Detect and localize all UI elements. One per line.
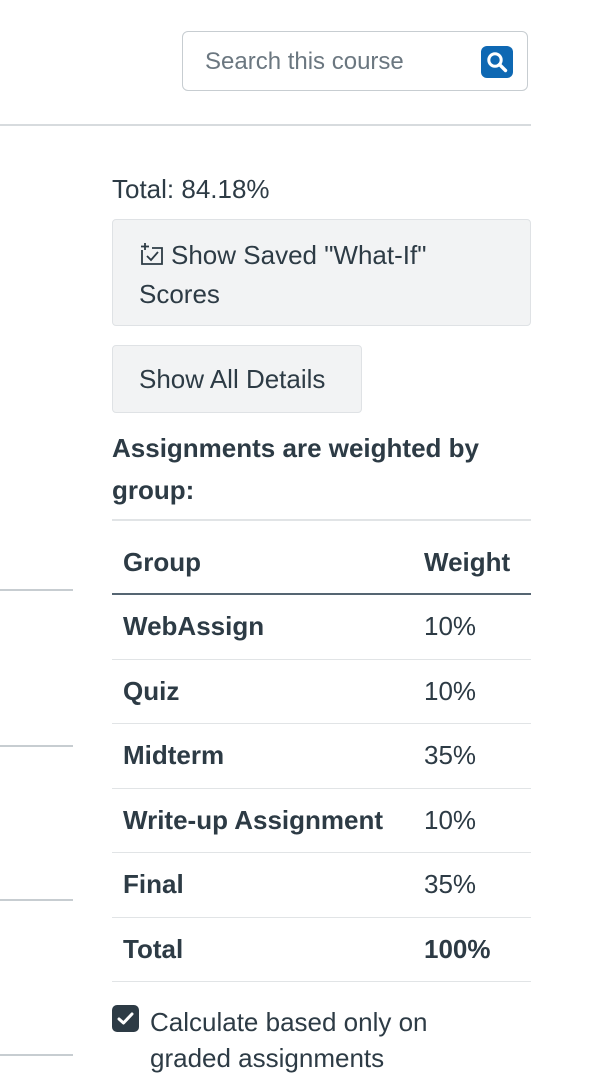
header-divider <box>0 124 531 126</box>
group-name: WebAssign <box>112 594 413 660</box>
group-weight: 35% <box>413 852 531 918</box>
calculate-graded-checkbox[interactable] <box>112 1005 139 1032</box>
search-placeholder: Search this course <box>205 48 404 75</box>
content-divider <box>0 745 73 747</box>
group-name: Midterm <box>112 723 413 789</box>
group-name: Write-up Assignment <box>112 788 413 853</box>
table-row: WebAssign 10% <box>112 594 531 660</box>
checkmark-icon <box>117 1012 134 1025</box>
search-field[interactable]: Search this course <box>182 31 528 91</box>
weights-heading: Assignments are weighted by group: <box>112 433 479 505</box>
whatif-label: Show Saved "What-If" Scores <box>139 240 427 309</box>
group-name: Final <box>112 852 413 918</box>
weights-table: Group Weight WebAssign 10% Quiz 10% Midt… <box>112 531 531 982</box>
group-weight: 10% <box>413 594 531 660</box>
total-grade: Total: 84.18% <box>112 174 270 204</box>
total-weight: 100% <box>413 917 531 982</box>
group-weight: 35% <box>413 723 531 789</box>
table-row: Final 35% <box>112 852 531 918</box>
calendar-check-icon <box>141 243 163 265</box>
column-header-group: Group <box>112 531 413 595</box>
column-header-weight: Weight <box>413 531 531 595</box>
group-weight: 10% <box>413 659 531 724</box>
content-divider <box>0 899 73 901</box>
show-all-details-button[interactable]: Show All Details <box>112 345 362 413</box>
search-button[interactable] <box>481 46 513 78</box>
show-whatif-scores-button[interactable]: Show Saved "What-If" Scores <box>112 219 531 326</box>
calculate-graded-label: Calculate based only on graded assignmen… <box>150 1007 428 1073</box>
content-divider <box>0 1054 73 1056</box>
table-header-row: Group Weight <box>112 531 531 595</box>
group-name: Quiz <box>112 659 413 724</box>
total-label: Total <box>112 917 413 982</box>
search-icon <box>487 52 508 73</box>
table-total-row: Total 100% <box>112 917 531 982</box>
content-divider <box>0 589 73 591</box>
table-row: Midterm 35% <box>112 723 531 789</box>
group-weight: 10% <box>413 788 531 853</box>
table-row: Quiz 10% <box>112 659 531 724</box>
table-row: Write-up Assignment 10% <box>112 788 531 853</box>
weights-divider <box>112 519 531 521</box>
